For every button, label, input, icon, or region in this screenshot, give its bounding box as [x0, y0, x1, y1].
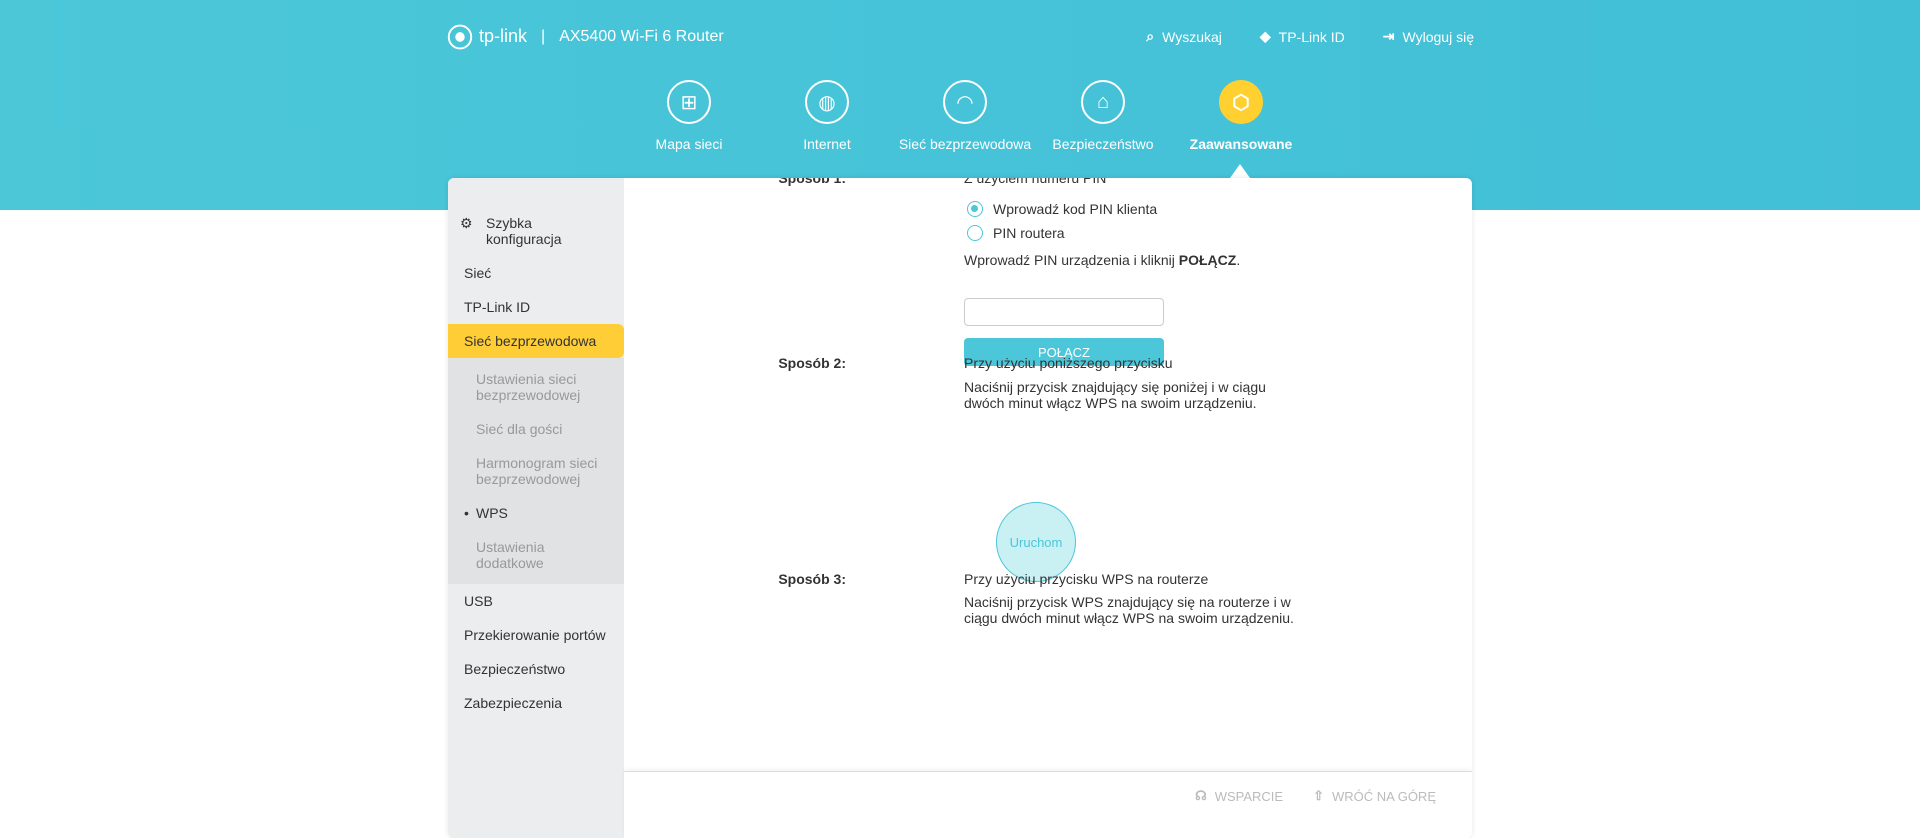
sidebar-item-wireless[interactable]: Sieć bezprzewodowa	[448, 324, 624, 358]
tp-link-logo-icon: ⦿	[447, 23, 474, 53]
method2-title: Przy użyciu poniższego przycisku	[964, 355, 1173, 371]
radio-router-pin[interactable]: PIN routera	[967, 225, 1065, 241]
support-link[interactable]: ☊ WSPARCIE	[1195, 786, 1283, 806]
label: Sieć bezprzewodowa	[898, 136, 1032, 152]
sidebar-sub-guest[interactable]: Sieć dla gości	[448, 412, 624, 446]
nav-network-map[interactable]: ⊞ Mapa sieci	[620, 80, 758, 152]
label: Zaawansowane	[1189, 136, 1293, 152]
wps-start-button[interactable]: Uruchom	[996, 502, 1076, 582]
search-link[interactable]: ⌕ Wyszukaj	[1146, 28, 1222, 45]
method3-description: Naciśnij przycisk WPS znajdujący się na …	[964, 594, 1294, 626]
sidebar: ⚙ Szybka konfiguracja Sieć TP-Link ID Sie…	[448, 178, 624, 838]
label: Wprowadź kod PIN klienta	[993, 201, 1158, 217]
sidebar-item-protection[interactable]: Zabezpieczenia	[448, 686, 624, 720]
logout-link[interactable]: ⇥ Wyloguj się	[1383, 28, 1474, 45]
label: Internet	[803, 136, 851, 152]
label: WSPARCIE	[1214, 788, 1284, 804]
sidebar-sub-schedule[interactable]: Harmonogram sieci bezprzewodowej	[448, 446, 624, 496]
headset-icon: ☊	[1195, 788, 1207, 803]
gear-icon: ⬡	[1219, 80, 1263, 124]
sidebar-item-quick-setup[interactable]: ⚙ Szybka konfiguracja	[448, 206, 624, 256]
globe-icon: ◍	[805, 80, 849, 124]
sidebar-item-port-forwarding[interactable]: Przekierowanie portów	[448, 618, 624, 652]
bullet-icon: •	[464, 505, 469, 521]
arrow-up-circle-icon: ⇧	[1313, 788, 1324, 803]
label: WPS	[476, 505, 508, 521]
nav-advanced[interactable]: ⬡ Zaawansowane	[1172, 80, 1310, 152]
content-panel: ⚙ Szybka konfiguracja Sieć TP-Link ID Sie…	[448, 178, 1472, 838]
tplink-id-link[interactable]: ◆ TP-Link ID	[1260, 28, 1345, 45]
network-map-icon: ⊞	[667, 80, 711, 124]
sidebar-sub-wireless-settings[interactable]: Ustawienia sieci bezprzewodowej	[448, 362, 624, 412]
logo: ⦿ tp-link | AX5400 Wi-Fi 6 Router	[447, 18, 724, 55]
label: Mapa sieci	[655, 136, 723, 152]
sidebar-item-security[interactable]: Bezpieczeństwo	[448, 652, 624, 686]
sidebar-sub-advanced[interactable]: Ustawienia dodatkowe	[448, 530, 624, 580]
method3-title: Przy użyciu przycisku WPS na routerze	[964, 571, 1209, 587]
label: TP-Link ID	[1278, 28, 1345, 45]
user-icon: ◆	[1259, 28, 1271, 44]
divider: |	[541, 27, 546, 45]
sidebar-item-network[interactable]: Sieć	[448, 256, 624, 290]
sidebar-submenu: Ustawienia sieci bezprzewodowej Sieć dla…	[448, 358, 624, 584]
sidebar-item-tplink-id[interactable]: TP-Link ID	[448, 290, 624, 324]
label: WRÓĆ NA GÓRĘ	[1331, 788, 1436, 804]
sidebar-sub-wps[interactable]: • WPS	[448, 496, 624, 530]
nav-wireless[interactable]: ◠ Sieć bezprzewodowa	[896, 80, 1034, 152]
method2-description: Naciśnij przycisk znajdujący się poniżej…	[964, 379, 1266, 411]
hint-text: Wprowadź PIN urządzenia i kliknij	[964, 252, 1179, 268]
nav-security[interactable]: ⌂ Bezpieczeństwo	[1034, 80, 1172, 152]
wps-content: Sposób 1: Z użyciem numeru PIN Wprowadź …	[624, 178, 1472, 838]
pin-input[interactable]	[964, 298, 1164, 326]
radio-unchecked-icon	[967, 225, 983, 241]
brand: tp-link	[479, 26, 528, 46]
label: Szybka konfiguracja	[486, 215, 562, 247]
shield-home-icon: ⌂	[1081, 80, 1125, 124]
radio-client-pin[interactable]: Wprowadź kod PIN klienta	[967, 201, 1157, 217]
sidebar-item-usb[interactable]: USB	[448, 584, 624, 618]
label: PIN routera	[993, 225, 1065, 241]
gear-icon: ⚙	[460, 215, 473, 231]
logout-icon: ⇥	[1382, 28, 1395, 44]
footer: ☊ WSPARCIE ⇧ WRÓĆ NA GÓRĘ	[624, 771, 1472, 838]
model-name: AX5400 Wi-Fi 6 Router	[559, 27, 724, 45]
search-icon: ⌕	[1146, 28, 1155, 44]
label: Bezpieczeństwo	[1052, 136, 1154, 152]
method1-label: Sposób 1:	[778, 178, 846, 186]
label: Wyloguj się	[1402, 28, 1474, 45]
nav-internet[interactable]: ◍ Internet	[758, 80, 896, 152]
wifi-icon: ◠	[943, 80, 987, 124]
active-nav-caret	[1230, 164, 1250, 178]
label: Wyszukaj	[1162, 28, 1222, 45]
method1-title: Z użyciem numeru PIN	[964, 178, 1107, 186]
radio-checked-icon	[967, 201, 983, 217]
pin-hint: Wprowadź PIN urządzenia i kliknij POŁĄCZ…	[964, 252, 1241, 268]
method2-label: Sposób 2:	[778, 355, 846, 371]
method3-label: Sposób 3:	[778, 571, 846, 587]
hint-bold: POŁĄCZ	[1178, 252, 1237, 268]
back-to-top-link[interactable]: ⇧ WRÓĆ NA GÓRĘ	[1313, 786, 1436, 806]
